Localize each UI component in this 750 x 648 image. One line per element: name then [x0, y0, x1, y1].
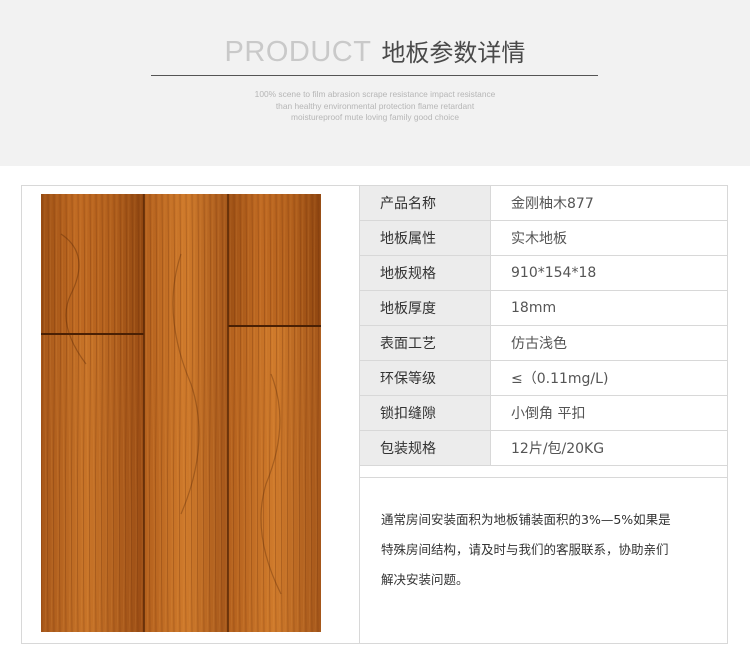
spec-label: 地板属性: [359, 220, 491, 256]
table-row: 环保等级 ≤（0.11mg/L): [359, 360, 728, 396]
spec-label: 地板厚度: [359, 290, 491, 326]
spec-label: 产品名称: [359, 185, 491, 221]
title-chinese: 地板参数详情: [381, 39, 526, 67]
note-line: 通常房间安装面积为地板铺装面积的3%—5%如果是: [381, 512, 671, 527]
title-english: PRODUCT: [224, 36, 372, 68]
wood-floor-image: [41, 194, 321, 632]
spec-value: 金刚柚木877: [490, 185, 728, 221]
table-row: 表面工艺 仿古浅色: [359, 325, 728, 361]
spec-label: 锁扣缝隙: [359, 395, 491, 431]
spec-label: 包装规格: [359, 430, 491, 466]
note-line: 特殊房间结构，请及时与我们的客服联系，协助亲们: [381, 542, 669, 557]
spec-value: 12片/包/20KG: [490, 430, 728, 466]
spec-label: 地板规格: [359, 255, 491, 291]
install-note: 通常房间安装面积为地板铺装面积的3%—5%如果是 特殊房间结构，请及时与我们的客…: [381, 505, 701, 595]
spec-label: 环保等级: [359, 360, 491, 396]
table-row: 包装规格 12片/包/20KG: [359, 430, 728, 466]
spec-value: 实木地板: [490, 220, 728, 256]
table-row: 地板厚度 18mm: [359, 290, 728, 326]
spec-value: 18mm: [490, 290, 728, 326]
spec-value: ≤（0.11mg/L): [490, 360, 728, 396]
table-row: 锁扣缝隙 小倒角 平扣: [359, 395, 728, 431]
header-banner: [0, 0, 750, 166]
spec-label: 表面工艺: [359, 325, 491, 361]
table-row: 产品名称 金刚柚木877: [359, 185, 728, 221]
spec-value: 仿古浅色: [490, 325, 728, 361]
panel-divider-horizontal: [359, 477, 728, 478]
table-row: 地板规格 910*154*18: [359, 255, 728, 291]
subtitle-line: 100% scene to film abrasion scrape resis…: [254, 89, 496, 99]
spec-table: 产品名称 金刚柚木877 地板属性 实木地板 地板规格 910*154*18 地板厚度…: [359, 185, 728, 466]
title-divider: [151, 75, 598, 76]
panel-divider-vertical: [359, 185, 360, 644]
subtitle-line: moistureproof mute loving family good ch…: [290, 112, 460, 122]
table-row: 地板属性 实木地板: [359, 220, 728, 256]
spec-value: 小倒角 平扣: [490, 395, 728, 431]
spec-value: 910*154*18: [490, 255, 728, 291]
note-line: 解决安装问题。: [381, 572, 469, 587]
subtitle-line: than healthy environmental protection fl…: [275, 100, 475, 111]
subtitle: 100% scene to film abrasion scrape resis…: [0, 89, 750, 124]
product-image: [41, 194, 321, 632]
page-title: PRODUCT 地板参数详情: [0, 34, 750, 74]
